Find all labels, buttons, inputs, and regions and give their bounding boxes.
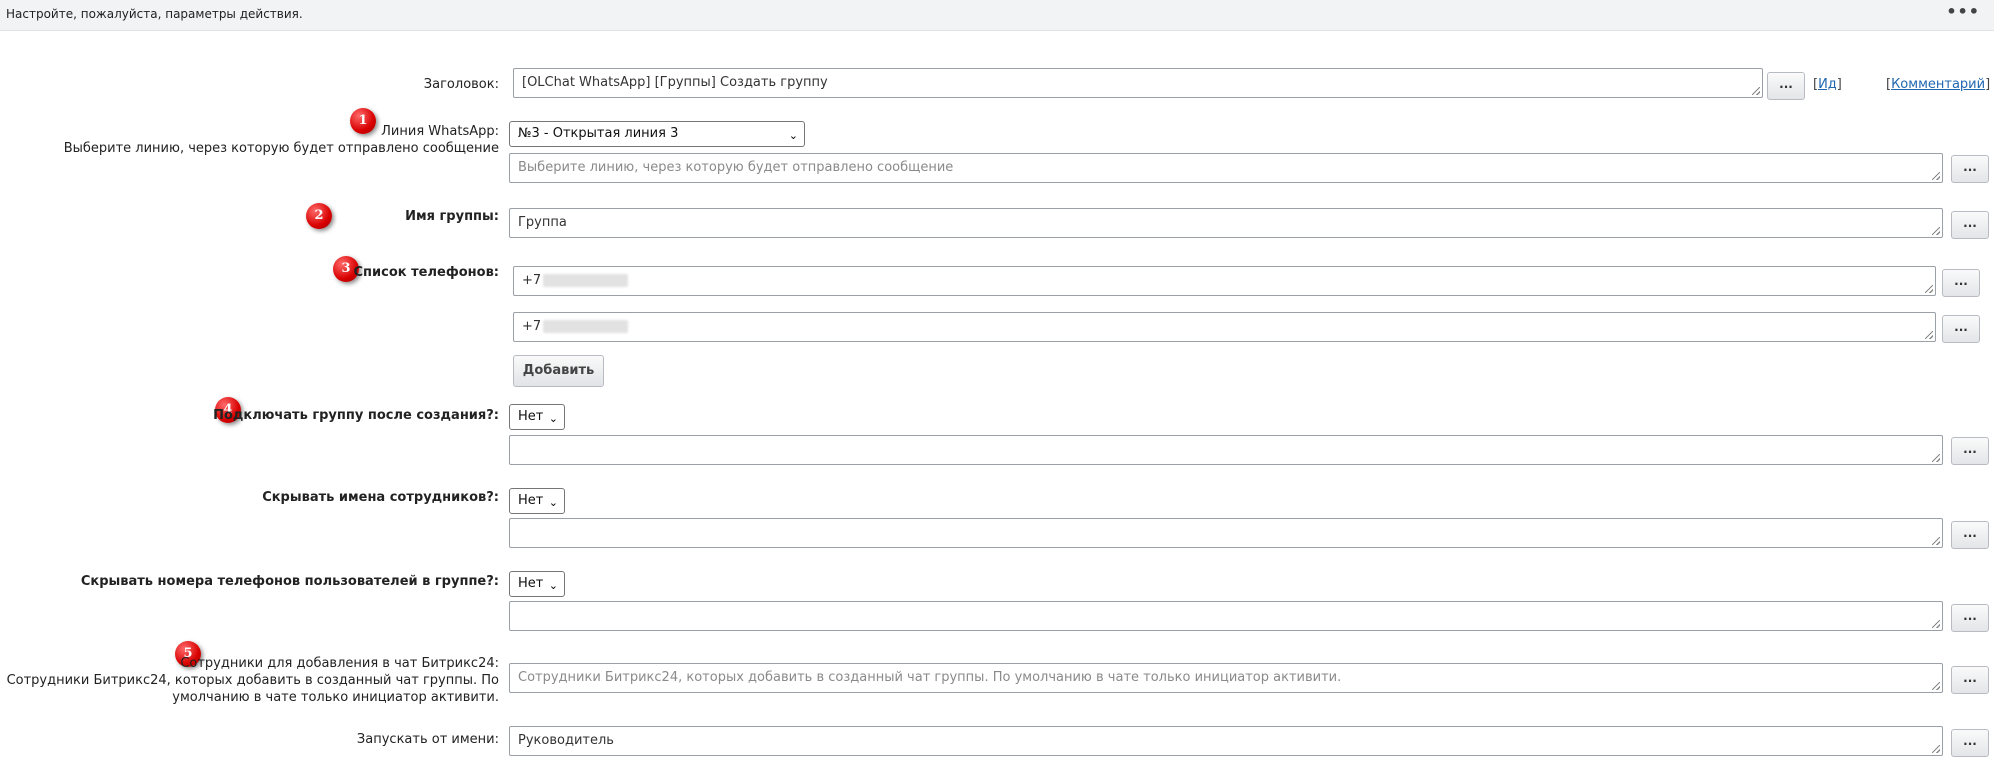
employees-dots-button[interactable]: ... [1951,666,1989,694]
step-badge-1: 1 [350,108,376,134]
id-link[interactable]: Ид [1818,77,1837,92]
resize-grip-icon[interactable] [1932,620,1940,628]
connect-select-value: Нет [518,409,544,424]
add-phone-button[interactable]: Добавить [513,355,604,387]
step-badge-2: 2 [306,203,332,229]
group-name-input[interactable]: Группа [509,208,1943,238]
chevron-down-icon: ⌄ [548,496,558,509]
comment-link[interactable]: Комментарий [1891,77,1985,92]
connect-select[interactable]: Нет ⌄ [509,404,565,430]
group-name-value: Группа [518,215,567,230]
phone-1-dots-button[interactable]: ... [1942,269,1980,297]
phone-input-1[interactable]: +7 [513,266,1936,296]
hide-phones-select[interactable]: Нет ⌄ [509,571,565,597]
line-select[interactable]: №3 - Открытая линия 3 ⌄ [509,121,805,147]
phone-2-dots-button[interactable]: ... [1942,315,1980,343]
line-dots-button[interactable]: ... [1951,155,1989,183]
connect-label: Подключать группу после создания?: [213,408,499,423]
run-as-dots-button[interactable]: ... [1951,729,1989,757]
window-title: Настройте, пожалуйста, параметры действи… [6,7,303,21]
resize-grip-icon[interactable] [1932,682,1940,690]
resize-grip-icon[interactable] [1925,285,1933,293]
resize-grip-icon[interactable] [1932,454,1940,462]
redacted-phone [543,274,629,287]
window-title-bar: Настройте, пожалуйста, параметры действи… [0,0,1994,31]
employees-input-placeholder: Сотрудники Битрикс24, которых добавить в… [518,670,1342,685]
hide-phones-input[interactable] [509,601,1943,631]
hide-names-label: Скрывать имена сотрудников?: [262,490,499,505]
resize-grip-icon[interactable] [1925,331,1933,339]
hide-names-input[interactable] [509,518,1943,548]
more-dots-icon[interactable]: ••• [1946,2,1980,21]
chevron-down-icon: ⌄ [788,129,798,142]
employees-sublabel-1: Сотрудники Битрикс24, которых добавить в… [6,673,499,688]
title-input[interactable]: [OLChat WhatsApp] [Группы] Создать групп… [513,68,1763,98]
line-input-placeholder: Выберите линию, через которую будет отпр… [518,160,954,175]
resize-grip-icon[interactable] [1932,227,1940,235]
line-input[interactable]: Выберите линию, через которую будет отпр… [509,153,1943,183]
run-as-value: Руководитель [518,733,614,748]
hide-names-select[interactable]: Нет ⌄ [509,488,565,514]
run-as-input[interactable]: Руководитель [509,726,1943,756]
line-sublabel: Выберите линию, через которую будет отпр… [63,141,499,156]
phone-input-2[interactable]: +7 [513,312,1936,342]
resize-grip-icon[interactable] [1932,172,1940,180]
comment-link-wrap: [Комментарий] [1886,77,1991,92]
connect-dots-button[interactable]: ... [1951,437,1989,465]
line-label: Линия WhatsApp: [381,124,499,139]
resize-grip-icon[interactable] [1932,745,1940,753]
title-dots-button[interactable]: ... [1767,72,1805,100]
employees-label: Сотрудники для добавления в чат Битрикс2… [180,656,499,671]
hide-phones-dots-button[interactable]: ... [1951,604,1989,632]
group-name-label: Имя группы: [405,209,499,224]
phone-value-2: +7 [522,319,542,334]
phone-value-1: +7 [522,273,542,288]
chevron-down-icon: ⌄ [548,412,558,425]
group-name-dots-button[interactable]: ... [1951,211,1989,239]
id-link-wrap: [Ид] [1813,77,1842,92]
connect-input[interactable] [509,435,1943,465]
run-as-label: Запускать от имени: [356,732,499,747]
title-input-value: [OLChat WhatsApp] [Группы] Создать групп… [522,75,828,90]
resize-grip-icon[interactable] [1932,537,1940,545]
hide-names-select-value: Нет [518,493,544,508]
hide-names-dots-button[interactable]: ... [1951,521,1989,549]
resize-grip-icon[interactable] [1752,87,1760,95]
phones-label: Список телефонов: [353,265,499,280]
employees-sublabel-2: умолчанию в чате только инициатор активи… [172,690,499,705]
title-label: Заголовок: [423,77,499,92]
chevron-down-icon: ⌄ [548,579,558,592]
hide-phones-label: Скрывать номера телефонов пользователей … [80,574,499,589]
employees-input[interactable]: Сотрудники Битрикс24, которых добавить в… [509,663,1943,693]
redacted-phone [543,320,629,333]
hide-phones-select-value: Нет [518,576,544,591]
line-select-value: №3 - Открытая линия 3 [518,126,679,141]
